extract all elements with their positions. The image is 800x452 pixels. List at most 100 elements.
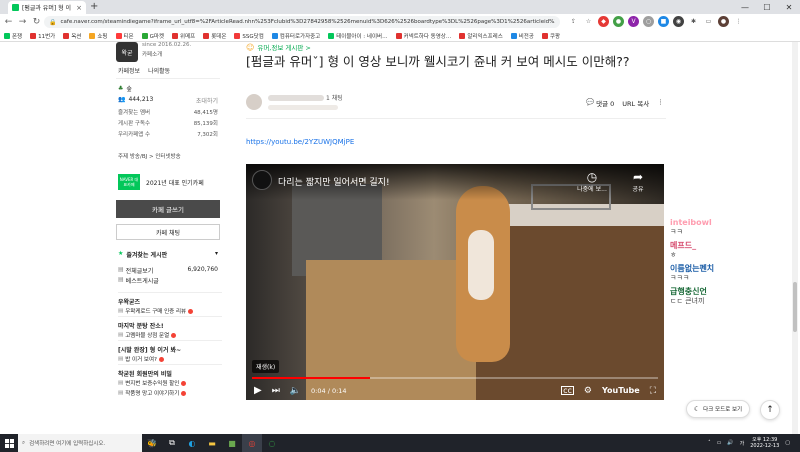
stat-row[interactable]: 우리카페앱 수 7,302회 — [118, 130, 218, 141]
board-item[interactable]: ▤ 베스트게시글 — [118, 276, 218, 286]
minimize-icon[interactable]: — — [734, 0, 756, 14]
extension-blue-icon[interactable]: ■ — [658, 16, 669, 27]
taskbar-clock[interactable]: 오후 12:39 2022-12-13 — [750, 437, 779, 449]
bookmark-favicon-icon — [328, 32, 335, 39]
new-tab-button[interactable]: + — [90, 1, 98, 12]
comment-button[interactable]: 💬 댓글 0 — [586, 98, 614, 108]
scroll-top-button[interactable]: ↑ — [760, 400, 780, 420]
menu-item[interactable]: ▤ 작품명 망고 이야기하기 — [118, 388, 222, 398]
browser-tab-active[interactable]: [펌글과 유머] 형 이 영상… × — [8, 1, 86, 14]
reload-icon[interactable]: ↻ — [32, 17, 41, 27]
moon-icon: ☾ — [693, 405, 701, 413]
ime-icon[interactable]: 가 — [740, 440, 745, 447]
bookmark-item[interactable]: G마켓 — [141, 32, 164, 40]
sidebar-icon[interactable]: ▭ — [703, 16, 714, 27]
volume-tray-icon[interactable]: 🔊 — [727, 440, 733, 446]
cafe-write-button[interactable]: 카페 글쓰기 — [116, 200, 220, 218]
menu-item[interactable]: ▤ 밥 이거 보여? — [118, 354, 222, 364]
task-view-icon[interactable]: ⧉ — [162, 434, 182, 452]
share-icon[interactable]: ⇪ — [568, 16, 579, 27]
settings-gear-icon[interactable]: ⚙ — [584, 386, 592, 396]
close-window-icon[interactable]: ✕ — [778, 0, 800, 14]
comment-icon: 💬 — [586, 98, 595, 106]
page-scrollbar[interactable] — [792, 42, 798, 434]
bookmark-item[interactable]: 티몬 — [115, 32, 134, 40]
file-explorer-icon[interactable]: ▬ — [202, 434, 222, 452]
play-icon[interactable]: ▶ — [254, 385, 262, 396]
bookmark-favicon-icon — [4, 32, 10, 39]
bookmark-item[interactable]: 옥션 — [63, 32, 81, 40]
member-count[interactable]: 444,213 — [128, 96, 153, 105]
bookmark-item[interactable]: 11번가 — [30, 32, 55, 40]
menu-item[interactable]: ▤ 변지번 보증수익원 할인 — [118, 378, 222, 388]
tab-cafe-info[interactable]: 카페정보 — [118, 66, 140, 75]
progress-track[interactable] — [252, 377, 658, 379]
network-icon[interactable]: ▭ — [717, 440, 722, 446]
bookmark-item[interactable]: 쿠팡 — [541, 32, 560, 40]
watch-later-button[interactable]: ◷ 나중에 보... — [572, 170, 612, 193]
video-player[interactable]: 다리는 짧지만 일어서면 길지! ◷ 나중에 보... ➦ 공유 재생(k) ▶… — [246, 164, 664, 400]
tray-chevron-icon[interactable]: ˄ — [708, 440, 711, 446]
next-icon[interactable]: ⏭ — [272, 386, 280, 396]
youtube-logo[interactable]: YouTube — [602, 386, 640, 395]
article-category[interactable]: ☺ 유머,정보 게시판 > — [246, 42, 666, 53]
favorite-board-header[interactable]: ★ 즐겨찾는 게시판 ▾ — [118, 250, 218, 259]
windows-start-icon[interactable] — [0, 434, 18, 452]
extension-red-icon[interactable]: ◆ — [598, 16, 609, 27]
url-text: cafe.naver.com/steamindiegame?iframe_url… — [60, 19, 555, 25]
board-item[interactable]: ▤ 전체글보기 6,920,760 — [118, 266, 218, 276]
youtube-link[interactable]: https://youtu.be/2YZUWJQMjPE — [246, 138, 354, 146]
lock-icon: 🔒 — [49, 18, 57, 26]
fullscreen-icon[interactable]: ⛶ — [650, 386, 656, 396]
star-icon[interactable]: ☆ — [583, 16, 594, 27]
cafe-sidebar: 왁굳 since 2016.02.26. 카페소개 카페정보 나의활동 ♣ 숲 … — [112, 42, 224, 434]
extension-gray-icon[interactable]: ○ — [643, 16, 654, 27]
cafe-intro-link[interactable]: 카페소개 — [142, 50, 162, 58]
edge-icon[interactable]: ◐ — [182, 434, 202, 452]
forward-icon[interactable]: → — [18, 17, 27, 27]
app-green-icon[interactable]: ◌ — [262, 434, 282, 452]
stat-row[interactable]: 즐겨찾는 멤버 48,415명 — [118, 108, 218, 119]
bookmark-item[interactable]: SSG닷컴 — [234, 32, 264, 40]
bookmark-item[interactable]: 커넥트하다 동영상… — [395, 32, 451, 40]
menu-item[interactable]: ▤ 우왁케로드 구매 인증 리뷰 — [118, 306, 222, 316]
puzzle-icon[interactable]: ✱ — [688, 16, 699, 27]
video-title[interactable]: 다리는 짧지만 일어서면 길지! — [278, 175, 390, 188]
taskbar-search-box[interactable]: ⌕ 검색하려면 여기에 입력하십시오. — [18, 434, 142, 452]
bookmark-item[interactable]: 롯데온 — [203, 32, 226, 40]
bookmark-item[interactable]: 컴퓨터로가자중고 — [271, 32, 320, 40]
minecraft-icon[interactable]: ■ — [222, 434, 242, 452]
bee-icon[interactable]: 🐝 — [142, 434, 162, 452]
bookmark-item[interactable]: 비전공 — [510, 32, 534, 40]
extension-purple-icon[interactable]: V — [628, 16, 639, 27]
bookmark-item[interactable]: 폰쟁 — [4, 32, 22, 40]
stat-row[interactable]: 게시판 구독수 85,139회 — [118, 119, 218, 130]
maximize-icon[interactable]: ☐ — [756, 0, 778, 14]
date-blurred — [268, 105, 338, 110]
url-bar[interactable]: 🔒 cafe.naver.com/steamindiegame?iframe_u… — [44, 16, 560, 28]
bookmark-item[interactable]: 쇼핑 — [89, 32, 108, 40]
bookmark-item[interactable]: 위메프 — [172, 32, 195, 40]
url-copy-button[interactable]: URL 복사 — [622, 98, 649, 108]
back-icon[interactable]: ← — [4, 17, 13, 27]
captions-icon[interactable]: cc — [561, 386, 574, 395]
channel-avatar-icon[interactable] — [252, 170, 272, 190]
volume-icon[interactable]: 🔈 — [290, 386, 301, 396]
more-icon[interactable]: ⋮ — [657, 98, 664, 108]
notification-icon[interactable]: ▢ — [785, 440, 790, 446]
scrollbar-thumb[interactable] — [793, 282, 797, 332]
profile-avatar-icon[interactable]: ● — [718, 16, 729, 27]
menu-kebab-icon[interactable]: ⋮ — [733, 16, 744, 27]
bookmark-item[interactable]: 알리익스프레스 — [459, 32, 503, 40]
extension-green-icon[interactable]: ● — [613, 16, 624, 27]
share-button[interactable]: ➦ 공유 — [618, 170, 658, 193]
tab-my-activity[interactable]: 나의활동 — [148, 66, 170, 75]
bookmark-item[interactable]: 테이블아이 : 네이버… — [328, 32, 388, 40]
invite-link[interactable]: 초대하기 — [196, 96, 218, 105]
close-tab-icon[interactable]: × — [76, 4, 82, 12]
dark-mode-button[interactable]: ☾ 다크 모드로 보기 — [686, 400, 750, 418]
chrome-icon[interactable]: ◎ — [242, 434, 262, 452]
cafe-chat-button[interactable]: 카페 채팅 — [116, 224, 220, 240]
menu-item[interactable]: ▤ 고멤마블 상점 문열 — [118, 330, 222, 340]
extension-dark-icon[interactable]: ◉ — [673, 16, 684, 27]
